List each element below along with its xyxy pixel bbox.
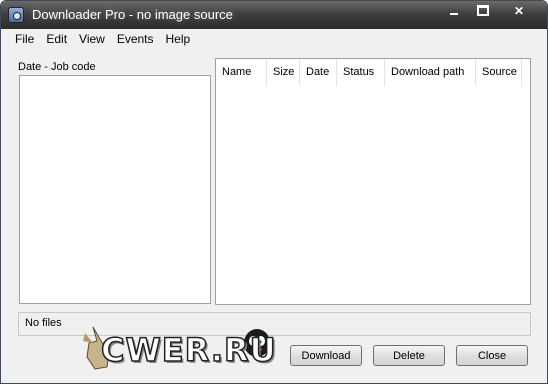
minimize-button[interactable] xyxy=(439,1,468,20)
jobs-list[interactable] xyxy=(19,75,211,304)
delete-button[interactable]: Delete xyxy=(373,345,445,366)
menu-edit[interactable]: Edit xyxy=(40,29,73,49)
column-header-download-path[interactable]: Download path xyxy=(385,59,476,86)
window-controls: ✕ xyxy=(439,1,541,21)
close-button[interactable]: Close xyxy=(456,345,528,366)
title-bar[interactable]: Downloader Pro - no image source ✕ xyxy=(1,1,547,29)
menu-file[interactable]: File xyxy=(9,29,40,49)
menu-events[interactable]: Events xyxy=(111,29,160,49)
jobs-list-label: Date - Job code xyxy=(18,61,96,73)
file-list-header: Name Size Date Status Download path Sour… xyxy=(216,59,530,86)
close-window-button[interactable]: ✕ xyxy=(497,1,541,20)
column-header-date[interactable]: Date xyxy=(300,59,337,86)
column-header-status[interactable]: Status xyxy=(337,59,385,86)
minimize-icon xyxy=(449,12,458,15)
watermark-logo: CWER.RU xyxy=(79,323,279,373)
column-header-name[interactable]: Name xyxy=(216,59,267,86)
close-icon: ✕ xyxy=(513,3,525,18)
column-header-size[interactable]: Size xyxy=(267,59,300,86)
maximize-icon xyxy=(476,5,489,16)
file-list-view[interactable]: Name Size Date Status Download path Sour… xyxy=(215,58,531,305)
column-header-source[interactable]: Source xyxy=(476,59,522,86)
window-title: Downloader Pro - no image source xyxy=(32,7,233,22)
download-button[interactable]: Download xyxy=(290,345,362,366)
downloader-app-icon[interactable] xyxy=(8,7,24,23)
watermark-text: CWER.RU xyxy=(100,330,277,370)
maximize-button[interactable] xyxy=(468,1,497,20)
menu-bar: File Edit View Events Help xyxy=(1,29,547,49)
status-text: No files xyxy=(25,317,62,329)
menu-view[interactable]: View xyxy=(73,29,111,49)
menu-help[interactable]: Help xyxy=(160,29,197,49)
app-window: Downloader Pro - no image source ✕ File … xyxy=(0,0,548,384)
